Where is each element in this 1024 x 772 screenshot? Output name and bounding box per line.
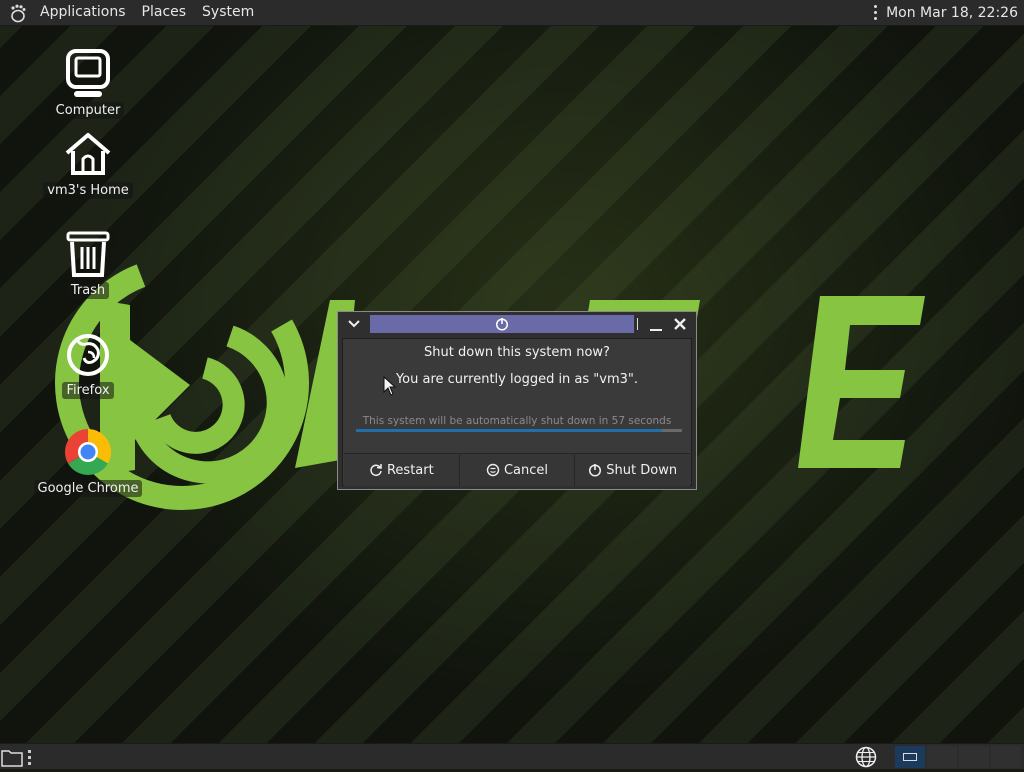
applications-menu[interactable]: Applications bbox=[32, 0, 134, 25]
restart-label: Restart bbox=[386, 462, 434, 478]
panel-handle-icon[interactable] bbox=[872, 5, 878, 20]
dialog-button-row: Restart Cancel Shut Down bbox=[344, 453, 691, 486]
countdown-progress-bar bbox=[356, 429, 682, 432]
desktop-icon-label: Google Chrome bbox=[33, 480, 143, 497]
folder-icon bbox=[1, 750, 23, 767]
panel-right: Mon Mar 18, 22:26 bbox=[872, 0, 1024, 25]
restart-icon bbox=[370, 464, 382, 477]
cancel-button[interactable]: Cancel bbox=[459, 454, 576, 486]
shutdown-label: Shut Down bbox=[606, 462, 678, 478]
desktop-icon-label: Trash bbox=[66, 282, 110, 299]
workspace-4[interactable] bbox=[991, 746, 1021, 768]
titlebar-separator bbox=[637, 318, 638, 330]
system-menu[interactable]: System bbox=[194, 0, 262, 25]
desktop-icon-home[interactable]: vm3's Home bbox=[38, 128, 138, 199]
cancel-icon bbox=[486, 463, 500, 477]
chrome-icon bbox=[62, 426, 114, 478]
panel-handle-icon[interactable] bbox=[28, 750, 32, 765]
workspace-1[interactable] bbox=[895, 746, 925, 768]
workspace-3[interactable] bbox=[959, 746, 989, 768]
countdown-text: This system will be automatically shut d… bbox=[362, 415, 672, 427]
desktop-icon-computer[interactable]: Computer bbox=[38, 48, 138, 119]
chevron-down-icon bbox=[348, 320, 360, 328]
restart-button[interactable]: Restart bbox=[344, 454, 460, 486]
home-folder-icon bbox=[62, 128, 114, 180]
dialog-heading: Shut down this system now? bbox=[424, 345, 610, 360]
bottom-panel bbox=[0, 743, 1024, 769]
close-button[interactable] bbox=[672, 316, 688, 332]
shutdown-button[interactable]: Shut Down bbox=[575, 454, 691, 486]
workspace-2[interactable] bbox=[927, 746, 957, 768]
show-desktop-button[interactable] bbox=[1, 747, 23, 767]
window-menu-button[interactable] bbox=[346, 316, 362, 332]
progress-fill bbox=[356, 429, 663, 432]
clock[interactable]: Mon Mar 18, 22:26 bbox=[886, 5, 1024, 21]
trash-icon bbox=[62, 228, 114, 280]
dialog-titlebar[interactable] bbox=[338, 312, 696, 336]
shutdown-dialog: Shut down this system now? You are curre… bbox=[337, 311, 697, 490]
firefox-icon bbox=[62, 328, 114, 380]
dialog-title-area[interactable] bbox=[370, 315, 634, 333]
top-panel: Applications Places System Mon Mar 18, 2… bbox=[0, 0, 1024, 26]
desktop-icon-label: vm3's Home bbox=[43, 182, 133, 199]
network-globe-icon[interactable] bbox=[855, 746, 877, 768]
minimize-icon bbox=[650, 329, 662, 331]
menu-bar: Applications Places System bbox=[0, 0, 262, 25]
dialog-content: Shut down this system now? You are curre… bbox=[342, 338, 692, 486]
desktop-icon-trash[interactable]: Trash bbox=[38, 228, 138, 299]
desktop-icon-label: Firefox bbox=[62, 382, 114, 399]
computer-icon bbox=[62, 48, 114, 100]
gnome-foot-icon[interactable] bbox=[8, 2, 30, 24]
desktop-icon-label: Computer bbox=[51, 102, 125, 119]
power-icon bbox=[589, 464, 602, 477]
places-menu[interactable]: Places bbox=[134, 0, 195, 25]
cancel-label: Cancel bbox=[503, 462, 549, 478]
minimize-button[interactable] bbox=[648, 316, 664, 332]
mouse-pointer-icon bbox=[383, 376, 397, 396]
desktop-icon-chrome[interactable]: Google Chrome bbox=[33, 426, 143, 497]
power-icon bbox=[495, 318, 509, 331]
desktop-icon-firefox[interactable]: Firefox bbox=[38, 328, 138, 399]
close-icon bbox=[674, 318, 686, 330]
